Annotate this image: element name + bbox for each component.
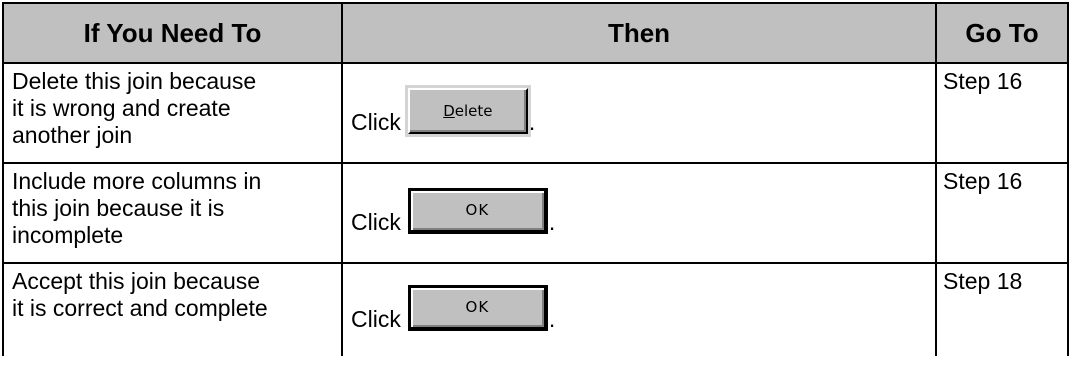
click-text: Click [351, 209, 401, 235]
then-cell: Click OK . [341, 262, 937, 356]
delete-button-mnemonic: D [443, 101, 455, 120]
instruction-table: If You Need To Then Go To Delete this jo… [2, 2, 1069, 356]
click-text: Click [351, 306, 401, 332]
table-header-row: If You Need To Then Go To [2, 2, 1069, 64]
period-text: . [528, 109, 536, 135]
period-text: . [548, 306, 556, 332]
then-cell: Click OK . [341, 162, 937, 264]
need-text-line: Delete this join because [12, 68, 257, 94]
table-row: Accept this join because it is correct a… [2, 262, 1069, 356]
need-text-line: this join because it is [12, 195, 225, 221]
need-cell: Accept this join because it is correct a… [2, 262, 343, 356]
header-then: Then [341, 2, 937, 64]
need-text-line: it is correct and complete [12, 295, 268, 321]
header-go-to: Go To [935, 2, 1069, 64]
click-text: Click [351, 109, 401, 135]
goto-cell: Step 16 [935, 62, 1069, 164]
need-cell: Include more columns in this join becaus… [2, 162, 343, 264]
then-instruction: Click OK . [351, 285, 927, 333]
delete-button-label: elete [454, 101, 493, 120]
ok-button[interactable]: OK [407, 285, 548, 331]
need-text-line: another join [12, 122, 133, 148]
goto-cell: Step 18 [935, 262, 1069, 356]
table-row: Include more columns in this join becaus… [2, 162, 1069, 264]
ok-button[interactable]: OK [407, 188, 548, 234]
then-instruction: Click Delete . [351, 85, 927, 137]
delete-button[interactable]: Delete [404, 85, 531, 137]
period-text: . [548, 209, 556, 235]
need-cell: Delete this join because it is wrong and… [2, 62, 343, 164]
table-row: Delete this join because it is wrong and… [2, 62, 1069, 164]
need-text-line: incomplete [12, 222, 124, 248]
need-text-line: it is wrong and create [12, 95, 231, 121]
need-text-line: Include more columns in [12, 168, 262, 194]
then-instruction: Click OK . [351, 188, 927, 236]
header-if-you-need-to: If You Need To [2, 2, 343, 64]
need-text-line: Accept this join because [12, 268, 261, 294]
goto-cell: Step 16 [935, 162, 1069, 264]
then-cell: Click Delete . [341, 62, 937, 164]
